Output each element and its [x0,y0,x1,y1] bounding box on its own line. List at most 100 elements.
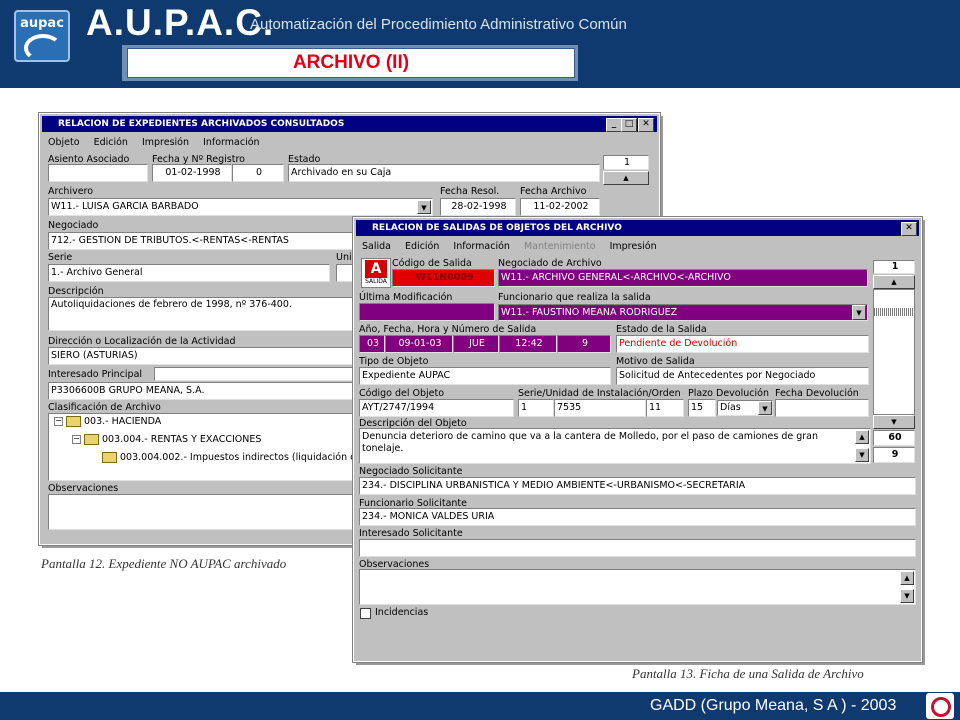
negociado-solicitante-label: Negociado Solicitante [359,466,463,477]
interesado-solicitante-label: Interesado Solicitante [359,528,463,539]
menu-salida[interactable]: Salida [362,241,391,252]
descripcion-field[interactable]: Autoliquidaciones de febrero de 1998, nº… [48,297,353,331]
plazo-label: Plazo Devolución [688,388,769,399]
funcionario-dropdown-icon[interactable]: ▼ [852,305,866,320]
negociado-solicitante-field[interactable]: 234.- DISCIPLINA URBANISTICA Y MEDIO AMB… [359,477,916,495]
descripcion-scroll-down-icon[interactable]: ▼ [855,448,869,462]
plazo-field[interactable]: 15 [688,399,716,417]
funcionario-label: Funcionario que realiza la salida [498,292,651,303]
archivero-select[interactable]: W11.- LUISA GARCIA BARBADO [48,198,433,216]
observaciones-field[interactable] [48,494,353,530]
logo-swoosh-icon [24,34,62,62]
window-salidas-menu: Salida Edición Información Mantenimiento… [362,241,668,252]
numero-registro-field[interactable]: 0 [232,164,284,182]
observaciones-label: Observaciones [48,483,119,494]
scrollbar-thumb[interactable] [874,308,914,316]
record-counter: 1 [873,260,915,274]
motivo-field[interactable]: Solicitud de Antecedentes por Negociado [616,367,869,385]
counter-total: 60 [873,430,915,446]
descripcion-objeto-field[interactable]: Denuncia deterioro de camino que va a la… [359,428,871,464]
funcionario-select[interactable]: W11.- FAUSTINO MEANA RODRIGUEZ [498,304,868,321]
record-scrollbar[interactable] [873,289,915,415]
tipo-objeto-label: Tipo de Objeto [359,356,429,367]
record-up-icon[interactable]: ▲ [603,171,649,185]
interesado-name-field[interactable] [154,367,354,381]
tree-label: 003.- HACIENDA [84,416,162,427]
section-banner: ARCHIVO (II) [127,48,575,78]
tree-node-impuestos[interactable]: 003.004.002.- Impuestos indirectos (liqu… [102,452,355,463]
serie-field[interactable]: 1.- Archivo General [48,264,330,282]
ultima-modificacion-label: Última Modificación [359,292,453,303]
archivero-dropdown-icon[interactable]: ▼ [417,200,431,214]
maximize-button[interactable]: □ [621,118,637,132]
menu-mantenimiento[interactable]: Mantenimiento [524,241,596,252]
record-counter: 1 [603,155,649,170]
orden-field[interactable]: 11 [646,399,684,417]
observaciones-field[interactable] [359,569,916,605]
serie-unidad-label: Serie/Unidad de Instalación/Orden [518,388,681,399]
observaciones-scroll-down-icon[interactable]: ▼ [900,589,914,603]
plazo-unidad-dropdown-icon[interactable]: ▼ [758,401,772,415]
record-up-icon[interactable]: ▲ [873,275,915,289]
salida-badge-label: SALIDA [365,278,387,285]
menu-impresion[interactable]: Impresión [610,241,657,252]
window-salidas: RELACION DE SALIDAS DE OBJETOS DEL ARCHI… [352,216,923,663]
serie-label: Serie [48,252,73,263]
menu-informacion[interactable]: Información [203,137,260,148]
window-expedientes-menu: Objeto Edición Impresión Información [48,137,271,148]
tree-node-rentas[interactable]: − 003.004.- RENTAS Y EXACCIONES [72,434,261,445]
close-button[interactable]: ✕ [638,118,654,132]
menu-objeto[interactable]: Objeto [48,137,80,148]
codigo-salida-label: Código de Salida [392,258,472,269]
fecha-resol-field[interactable]: 28-02-1998 [440,198,516,216]
numero-salida-field[interactable]: 9 [557,335,611,353]
estado-salida-field[interactable]: Pendiente de Devolución [616,335,869,353]
dia-field[interactable]: JUE [453,335,499,353]
fecha-archivo-field[interactable]: 11-02-2002 [520,198,600,216]
counter-current: 9 [873,447,915,463]
collapse-icon[interactable]: − [72,435,81,444]
tree-node-hacienda[interactable]: − 003.- HACIENDA [54,416,161,427]
fecha-registro-field[interactable]: 01-02-1998 [152,164,232,182]
funcionario-solicitante-field[interactable]: 234.- MONICA VALDES URIA [359,508,916,526]
window-salidas-titlebar[interactable]: RELACION DE SALIDAS DE OBJETOS DEL ARCHI… [356,220,919,236]
fecha-devolucion-field[interactable] [775,399,869,417]
tipo-objeto-field[interactable]: Expediente AUPAC [359,367,611,385]
hora-field[interactable]: 12:42 [499,335,557,353]
ultima-modificacion-field[interactable] [359,303,495,321]
folder-icon [84,434,99,445]
minimize-button[interactable]: _ [606,118,622,132]
menu-impresion[interactable]: Impresión [142,137,189,148]
caption-pantalla-12: Pantalla 12. Expediente NO AUPAC archiva… [41,556,287,571]
negociado-label: Negociado [48,220,99,231]
anio-field[interactable]: 03 [359,335,385,353]
serie-field[interactable]: 1 [518,399,554,417]
window-expedientes-titlebar[interactable]: RELACION DE EXPEDIENTES ARCHIVADOS CONSU… [42,116,657,132]
asiento-field[interactable] [48,164,148,182]
codigo-objeto-field[interactable]: AYT/2747/1994 [359,399,514,417]
codigo-salida-field[interactable]: W11N0009 [392,269,495,287]
unidad-field[interactable]: 7535 [554,399,646,417]
observaciones-scroll-up-icon[interactable]: ▲ [900,571,914,585]
menu-edicion[interactable]: Edición [405,241,439,252]
menu-informacion[interactable]: Información [453,241,510,252]
interesado-field[interactable]: P3306600B GRUPO MEANA, S.A. [48,382,353,400]
banner-title: ARCHIVO (II) [292,52,410,73]
estado-field[interactable]: Archivado en su Caja [288,164,600,182]
interesado-label: Interesado Principal [48,369,143,380]
negociado-archivo-field[interactable]: W11.- ARCHIVO GENERAL<-ARCHIVO<-ARCHIVO [498,269,868,287]
menu-edicion[interactable]: Edición [94,137,128,148]
record-down-icon[interactable]: ▼ [873,415,915,429]
incidencias-checkbox[interactable] [360,608,371,619]
direccion-label: Dirección o Localización de la Actividad [48,336,236,347]
fecha-salida-field[interactable]: 09-01-03 [385,335,453,353]
fecha-archivo-label: Fecha Archivo [520,186,587,197]
negociado-field[interactable]: 712.- GESTION DE TRIBUTOS.<-RENTAS<-RENT… [48,232,353,250]
collapse-icon[interactable]: − [54,417,63,426]
direccion-field[interactable]: SIERO (ASTURIAS) [48,347,353,365]
interesado-solicitante-field[interactable] [359,539,916,557]
footer-credit: GADD (Grupo Meana, S A ) - 2003 [650,697,897,714]
close-button[interactable]: ✕ [901,222,917,236]
aupac-logo: aupac [14,10,70,62]
descripcion-scroll-up-icon[interactable]: ▲ [855,430,869,444]
